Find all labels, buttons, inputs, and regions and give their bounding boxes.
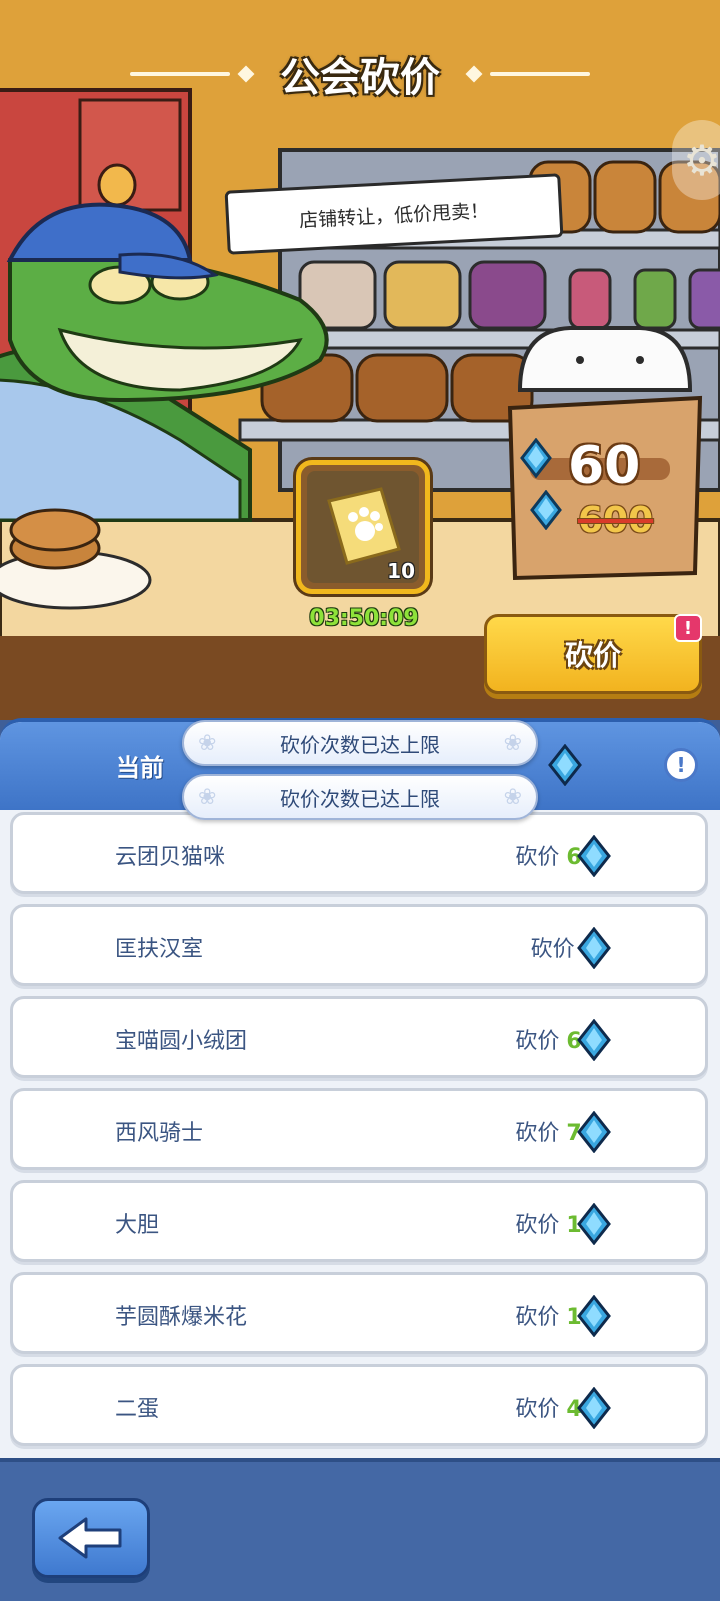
speech-text: 店铺转让，低价甩卖！ [298,199,490,232]
title-ornament-right [490,72,590,76]
member-name: 芋圆酥爆米花 [115,1305,248,1330]
bargain-button-label: 砍价 [564,639,621,672]
discounted-price: 60 [568,436,641,496]
list-item: 匡扶汉室 砍价 8 [10,904,708,986]
member-name: 匡扶汉室 [115,937,204,962]
arrow-left-icon [58,1517,122,1559]
list-item: 云团贝猫咪 砍价 64 [10,812,708,894]
title-bar: 公会砍价 [0,46,720,102]
page-title: 公会砍价 [280,55,440,101]
gem-icon [530,490,562,530]
paw-icon: ❀ [503,731,522,756]
countdown-timer: 03:50:09 [309,606,419,631]
gem-icon [577,835,611,877]
reward-item-tile[interactable]: 10 [296,460,430,594]
gem-icon [520,438,552,478]
member-name: 二蛋 [115,1397,160,1422]
current-label: 当前 [116,754,164,782]
member-name: 云团贝猫咪 [115,845,226,870]
list-item: 大胆 砍价 13 [10,1180,708,1262]
shop-scene: 公会砍价 ⚙ 店铺转让，低价甩卖！ 10 03:50:09 60 600 砍价 … [0,0,720,720]
paw-icon: ❀ [198,731,217,756]
title-diamond-right [465,65,483,83]
toast-text: 砍价次数已达上限 [280,786,440,811]
list-item: 宝喵圆小绒团 砍价 61 [10,996,708,1078]
gem-icon [577,1387,611,1429]
gem-icon [577,1019,611,1061]
back-button[interactable] [32,1498,150,1578]
gear-icon[interactable]: ⚙ [672,120,720,200]
gem-icon [577,1111,611,1153]
paw-icon: ❀ [503,785,522,810]
original-price: 600 [578,500,654,541]
list-item: 西风骑士 砍价 70 [10,1088,708,1170]
paw-icon: ❀ [198,785,217,810]
toast-text: 砍价次数已达上限 [280,732,440,757]
member-name: 宝喵圆小绒团 [115,1029,248,1054]
member-name: 大胆 [115,1213,160,1238]
gem-icon [577,927,611,969]
item-count: 10 [387,559,415,583]
title-diamond-left [237,65,255,83]
toast-message: ❀ 砍价次数已达上限 ❀ [182,720,538,766]
gem-icon [577,1203,611,1245]
list-item: 芋圆酥爆米花 砍价 10 [10,1272,708,1354]
toast-message: ❀ 砍价次数已达上限 ❀ [182,774,538,820]
alert-badge: ! [674,614,702,642]
bargain-records-panel: 当前 ! 云团贝猫咪 砍价 64 匡扶汉室 砍价 8 宝喵圆小绒团 砍价 61 … [0,718,720,1458]
title-ornament-left [130,72,230,76]
footer-bar [0,1458,720,1601]
info-button[interactable]: ! [664,748,698,782]
list-item: 二蛋 砍价 40 [10,1364,708,1446]
bargain-button[interactable]: 砍价 [484,614,702,694]
member-name: 西风骑士 [115,1121,204,1146]
gem-icon [548,744,582,786]
gem-icon [577,1295,611,1337]
